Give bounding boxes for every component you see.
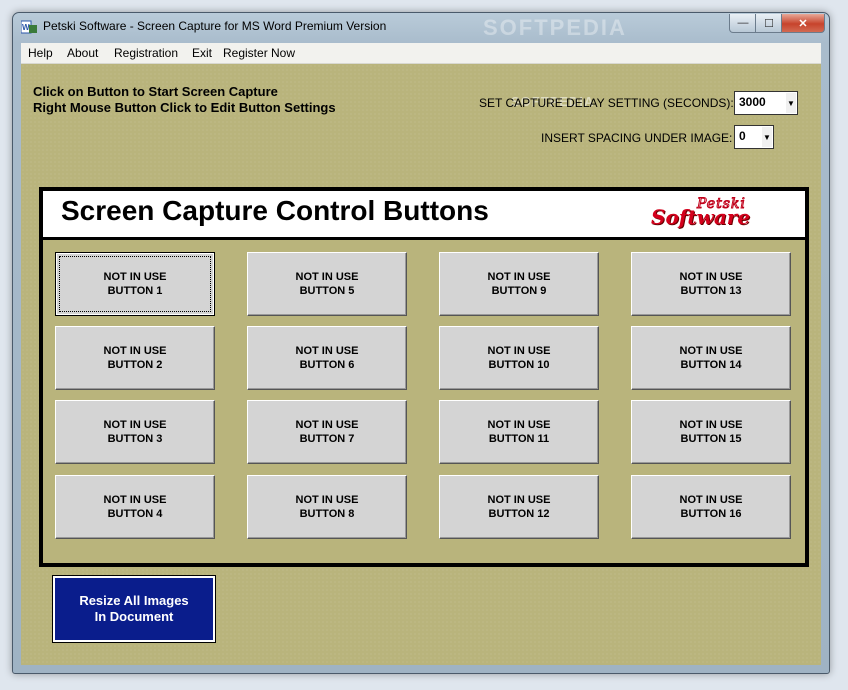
software-logo-text: Software: [651, 205, 751, 229]
capture-button-4[interactable]: NOT IN USE BUTTON 4: [55, 475, 215, 539]
capture-button-2[interactable]: NOT IN USE BUTTON 2: [55, 326, 215, 390]
capture-button-15[interactable]: NOT IN USE BUTTON 15: [631, 400, 791, 464]
spacing-value: 0: [739, 129, 746, 143]
dropdown-arrow-icon[interactable]: ▼: [786, 93, 796, 113]
window-title: Petski Software - Screen Capture for MS …: [43, 19, 387, 33]
main-area: Click on Button to Start Screen Capture …: [21, 64, 821, 665]
capture-button-5[interactable]: NOT IN USE BUTTON 5: [247, 252, 407, 316]
instruction-line-1: Click on Button to Start Screen Capture: [33, 84, 278, 99]
close-button[interactable]: ✕: [781, 14, 825, 33]
spacing-combobox[interactable]: 0 ▼: [734, 125, 774, 149]
app-icon: W: [21, 20, 37, 34]
menu-help[interactable]: Help: [28, 46, 53, 60]
resize-all-images-button[interactable]: Resize All Images In Document: [52, 575, 216, 643]
panel-header: Screen Capture Control Buttons Petski So…: [43, 191, 805, 240]
menu-bar: Help About Registration Exit Register No…: [21, 43, 821, 64]
instruction-line-2: Right Mouse Button Click to Edit Button …: [33, 100, 336, 115]
capture-button-16[interactable]: NOT IN USE BUTTON 16: [631, 475, 791, 539]
minimize-button[interactable]: —: [729, 14, 757, 33]
delay-combobox[interactable]: 3000 ▼: [734, 91, 798, 115]
menu-exit[interactable]: Exit: [192, 46, 212, 60]
dropdown-arrow-icon[interactable]: ▼: [762, 127, 772, 147]
title-bar[interactable]: W Petski Software - Screen Capture for M…: [13, 13, 829, 41]
maximize-button[interactable]: ☐: [755, 14, 783, 33]
panel-title: Screen Capture Control Buttons: [61, 195, 489, 226]
capture-button-14[interactable]: NOT IN USE BUTTON 14: [631, 326, 791, 390]
capture-button-11[interactable]: NOT IN USE BUTTON 11: [439, 400, 599, 464]
spacing-label: INSERT SPACING UNDER IMAGE:: [541, 131, 733, 145]
capture-button-12[interactable]: NOT IN USE BUTTON 12: [439, 475, 599, 539]
capture-button-8[interactable]: NOT IN USE BUTTON 8: [247, 475, 407, 539]
capture-button-3[interactable]: NOT IN USE BUTTON 3: [55, 400, 215, 464]
capture-button-13[interactable]: NOT IN USE BUTTON 13: [631, 252, 791, 316]
app-window: W Petski Software - Screen Capture for M…: [12, 12, 830, 674]
svg-text:W: W: [22, 23, 30, 32]
delay-value: 3000: [739, 95, 766, 109]
capture-button-10[interactable]: NOT IN USE BUTTON 10: [439, 326, 599, 390]
menu-registration[interactable]: Registration: [114, 46, 178, 60]
capture-button-7[interactable]: NOT IN USE BUTTON 7: [247, 400, 407, 464]
capture-button-6[interactable]: NOT IN USE BUTTON 6: [247, 326, 407, 390]
capture-button-1[interactable]: NOT IN USE BUTTON 1: [55, 252, 215, 316]
delay-label: SET CAPTURE DELAY SETTING (SECONDS):: [479, 96, 734, 110]
control-buttons-panel: Screen Capture Control Buttons Petski So…: [39, 187, 809, 567]
menu-about[interactable]: About: [67, 46, 98, 60]
capture-button-9[interactable]: NOT IN USE BUTTON 9: [439, 252, 599, 316]
softpedia-watermark: SOFTPEDIA: [483, 15, 627, 40]
menu-register-now[interactable]: Register Now: [223, 46, 295, 60]
